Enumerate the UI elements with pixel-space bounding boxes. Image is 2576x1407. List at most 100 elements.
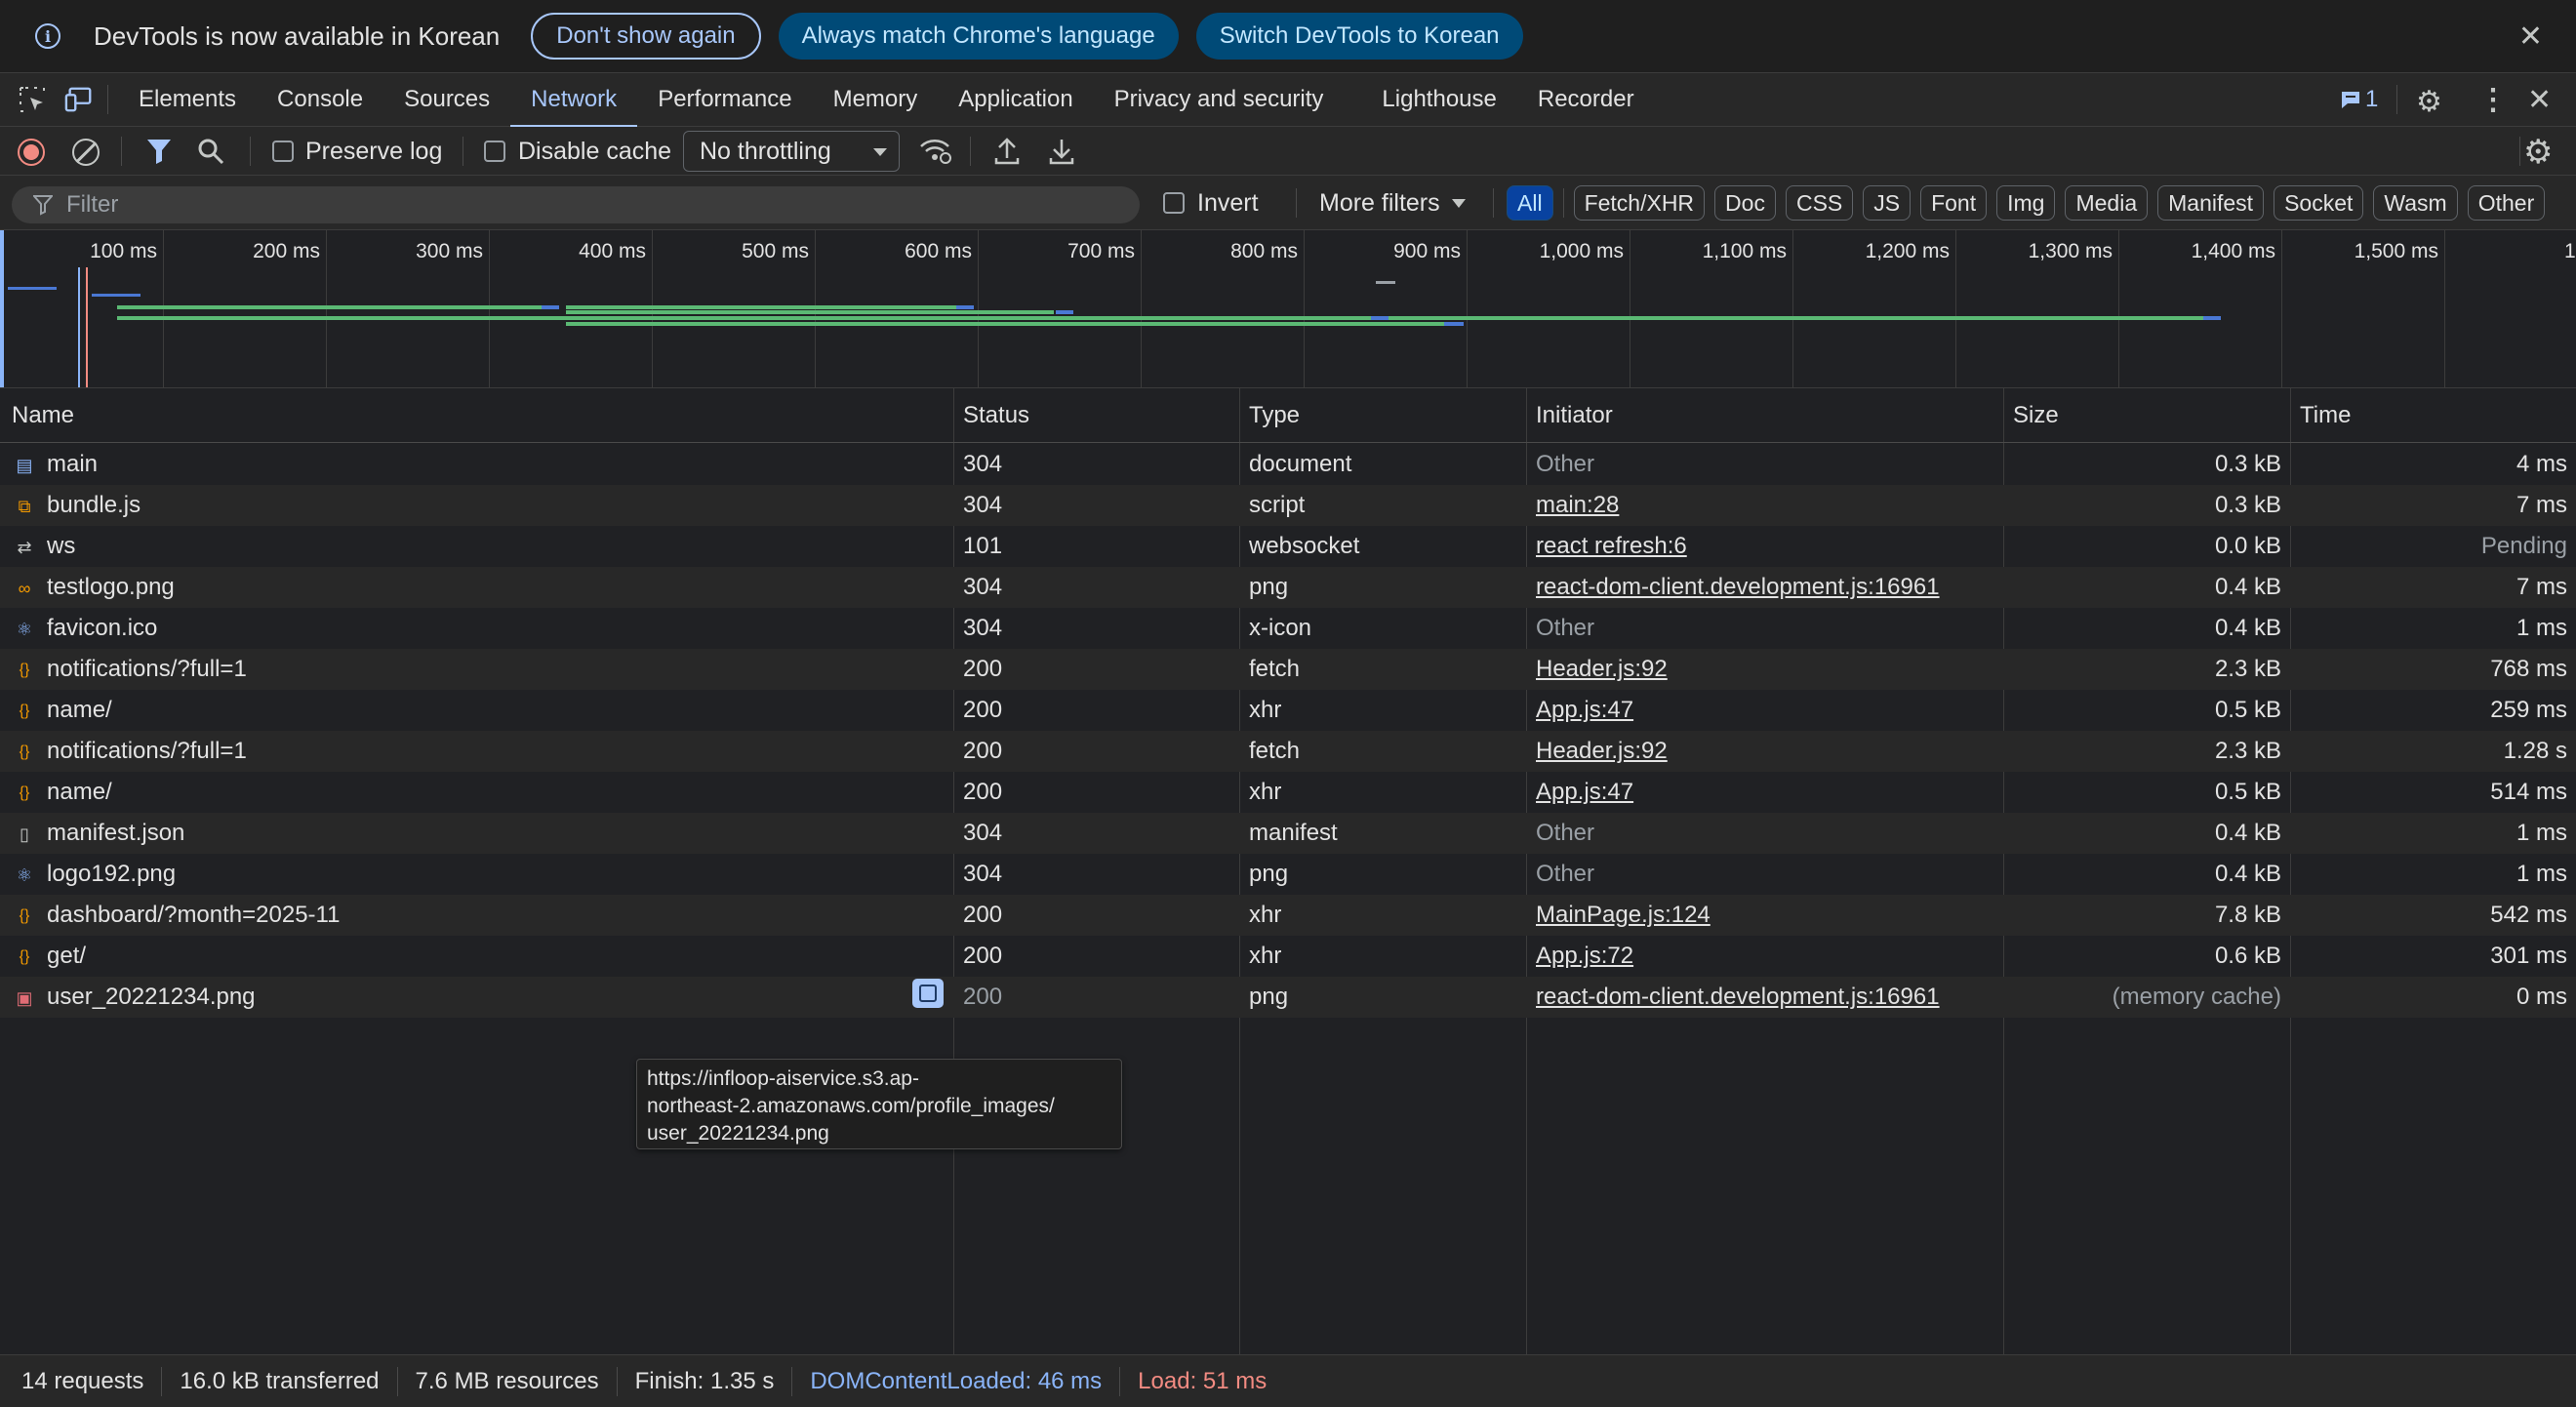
clear-icon[interactable] [72,139,100,166]
filter-chip-wasm[interactable]: Wasm [2373,185,2458,221]
table-row[interactable]: {} dashboard/?month=2025-11 200 xhr MainPage… [0,895,2576,936]
divider [2519,137,2520,166]
table-row[interactable]: ▤ main 304 document Other 0.3 kB 4 ms [0,444,2576,485]
table-row[interactable]: {} notifications/?full=1 200 fetch Header.js… [0,649,2576,690]
script-icon: ⧉ [18,496,31,516]
filter-chip-other[interactable]: Other [2467,185,2546,221]
filter-input[interactable]: Filter [12,186,1140,223]
request-time: 768 ms [2490,656,2567,682]
request-initiator[interactable]: react refresh:6 [1536,533,1687,560]
filter-chip-font[interactable]: Font [1920,185,1988,221]
dont-show-again-button[interactable]: Don't show again [531,13,761,60]
filter-chip-fetch-xhr[interactable]: Fetch/XHR [1573,185,1706,221]
request-initiator[interactable]: App.js:47 [1536,697,1633,724]
overview-gridline [2281,230,2282,387]
table-row[interactable]: {} name/200 xhr App.js:47 0.5 kB 259 ms [0,690,2576,731]
match-language-button[interactable]: Always match Chrome's language [778,13,1179,60]
more-options-icon[interactable]: ⋮ [2478,83,2508,117]
inspect-element-icon[interactable] [18,85,47,114]
column-header-name[interactable]: Name [12,402,74,429]
throttling-select[interactable]: No throttling [683,131,900,172]
column-header-initiator[interactable]: Initiator [1536,402,1613,429]
table-row[interactable]: ⇄ ws 101 websocket react refresh:6 0.0 kB Pend… [0,526,2576,567]
disable-cache-checkbox[interactable] [484,141,505,162]
network-settings-icon[interactable]: ⚙ [2523,133,2553,172]
filter-chip-doc[interactable]: Doc [1714,185,1776,221]
request-initiator[interactable]: App.js:72 [1536,943,1633,970]
table-row[interactable]: ⧉ bundle.js 304 script main:28 0.3 kB 7 ms [0,485,2576,526]
more-filters-label: More filters [1319,189,1440,217]
request-status: 304 [963,451,1003,477]
close-icon[interactable]: ✕ [2518,20,2543,54]
overview-tick-label: 200 ms [253,240,320,262]
request-initiator[interactable]: react-dom-client.development.js:16961 [1536,984,1940,1011]
request-type: websocket [1249,533,1360,559]
info-icon: i [35,23,60,49]
tab-lighthouse[interactable]: Lighthouse [1361,73,1516,127]
stop-recording-icon[interactable] [18,139,45,166]
request-name: get/ [47,943,87,969]
request-initiator[interactable]: Header.js:92 [1536,656,1668,683]
tab-performance[interactable]: Performance [637,73,812,127]
table-row[interactable]: {} get/200 xhr App.js:72 0.6 kB 301 ms [0,936,2576,977]
table-row[interactable]: ⚛ favicon.ico 304 x-icon Other 0.4 kB 1 ms [0,608,2576,649]
request-time: 1 ms [2516,861,2567,887]
tab-console[interactable]: Console [257,73,383,127]
invert-checkbox[interactable] [1163,192,1185,214]
network-conditions-icon[interactable] [919,137,952,173]
waterfall-bar [566,322,1444,326]
search-icon[interactable] [197,138,224,172]
request-initiator[interactable]: react-dom-client.development.js:16961 [1536,574,1940,601]
device-toolbar-icon[interactable] [64,85,94,114]
filter-chip-media[interactable]: Media [2065,185,2149,221]
overview-gridline [1304,230,1305,387]
request-name: main [47,451,99,477]
request-initiator[interactable]: MainPage.js:124 [1536,902,1711,929]
settings-gear-icon[interactable]: ⚙ [2416,85,2442,119]
tab-memory[interactable]: Memory [813,73,939,127]
tab-elements[interactable]: Elements [118,73,257,127]
preserve-log-checkbox[interactable] [272,141,294,162]
tab-recorder[interactable]: Recorder [1517,73,1655,127]
filter-icon[interactable] [146,138,172,172]
filter-chip-css[interactable]: CSS [1785,185,1854,221]
filter-chip-manifest[interactable]: Manifest [2157,185,2265,221]
tab-network[interactable]: Network [510,73,638,128]
tab-sources[interactable]: Sources [383,73,510,127]
table-row[interactable]: ▣ user_20221234.png 200 png react-dom-client… [0,977,2576,1018]
overview-gridline [1467,230,1468,387]
load-time: Load: 51 ms [1138,1367,1268,1394]
filter-chip-js[interactable]: JS [1863,185,1912,221]
table-row[interactable]: ▯ manifest.json 304 manifest Other 0.4 kB 1 ms [0,813,2576,854]
close-devtools-icon[interactable]: ✕ [2527,83,2552,117]
switch-language-button[interactable]: Switch DevTools to Korean [1195,13,1523,60]
timeline-overview[interactable]: 100 ms 200 ms 300 ms 400 ms 500 ms 600 ms 700 … [0,230,2576,388]
filter-chip-all[interactable]: All [1507,185,1553,221]
request-status: 304 [963,615,1003,641]
table-row[interactable]: ∞ testlogo.png 304 png react-dom-client.deve… [0,567,2576,608]
request-initiator[interactable]: Header.js:92 [1536,738,1668,765]
filter-chip-socket[interactable]: Socket [2274,185,2364,221]
tab-privacy-and-security[interactable]: Privacy and security [1094,73,1345,127]
request-initiator: Other [1536,820,1595,846]
table-row[interactable]: {} name/200 xhr App.js:47 0.5 kB 514 ms [0,772,2576,813]
fetch-icon: {} [19,784,30,801]
column-header-size[interactable]: Size [2013,402,2059,429]
request-initiator[interactable]: main:28 [1536,492,1619,519]
column-header-type[interactable]: Type [1249,402,1300,429]
request-initiator[interactable]: App.js:47 [1536,779,1633,806]
filter-chip-img[interactable]: Img [1996,185,2056,221]
request-status: 200 [963,902,1003,928]
open-in-panel-icon[interactable] [912,979,944,1008]
table-row[interactable]: ⚛ logo192.png 304 png Other 0.4 kB 1 ms [0,854,2576,895]
more-filters-dropdown[interactable]: More filters [1319,189,1466,218]
tab-application[interactable]: Application [938,73,1093,127]
overview-left-handle[interactable] [0,230,4,387]
column-header-status[interactable]: Status [963,402,1029,429]
issues-counter[interactable]: 1 [2340,86,2378,113]
import-har-icon[interactable] [993,137,1021,173]
column-header-time[interactable]: Time [2300,402,2351,429]
table-row[interactable]: {} notifications/?full=1 200 fetch Header.js… [0,731,2576,772]
export-har-icon[interactable] [1048,137,1075,173]
devtools-tabbar: Elements Console Sources Network Perform… [0,73,2576,128]
